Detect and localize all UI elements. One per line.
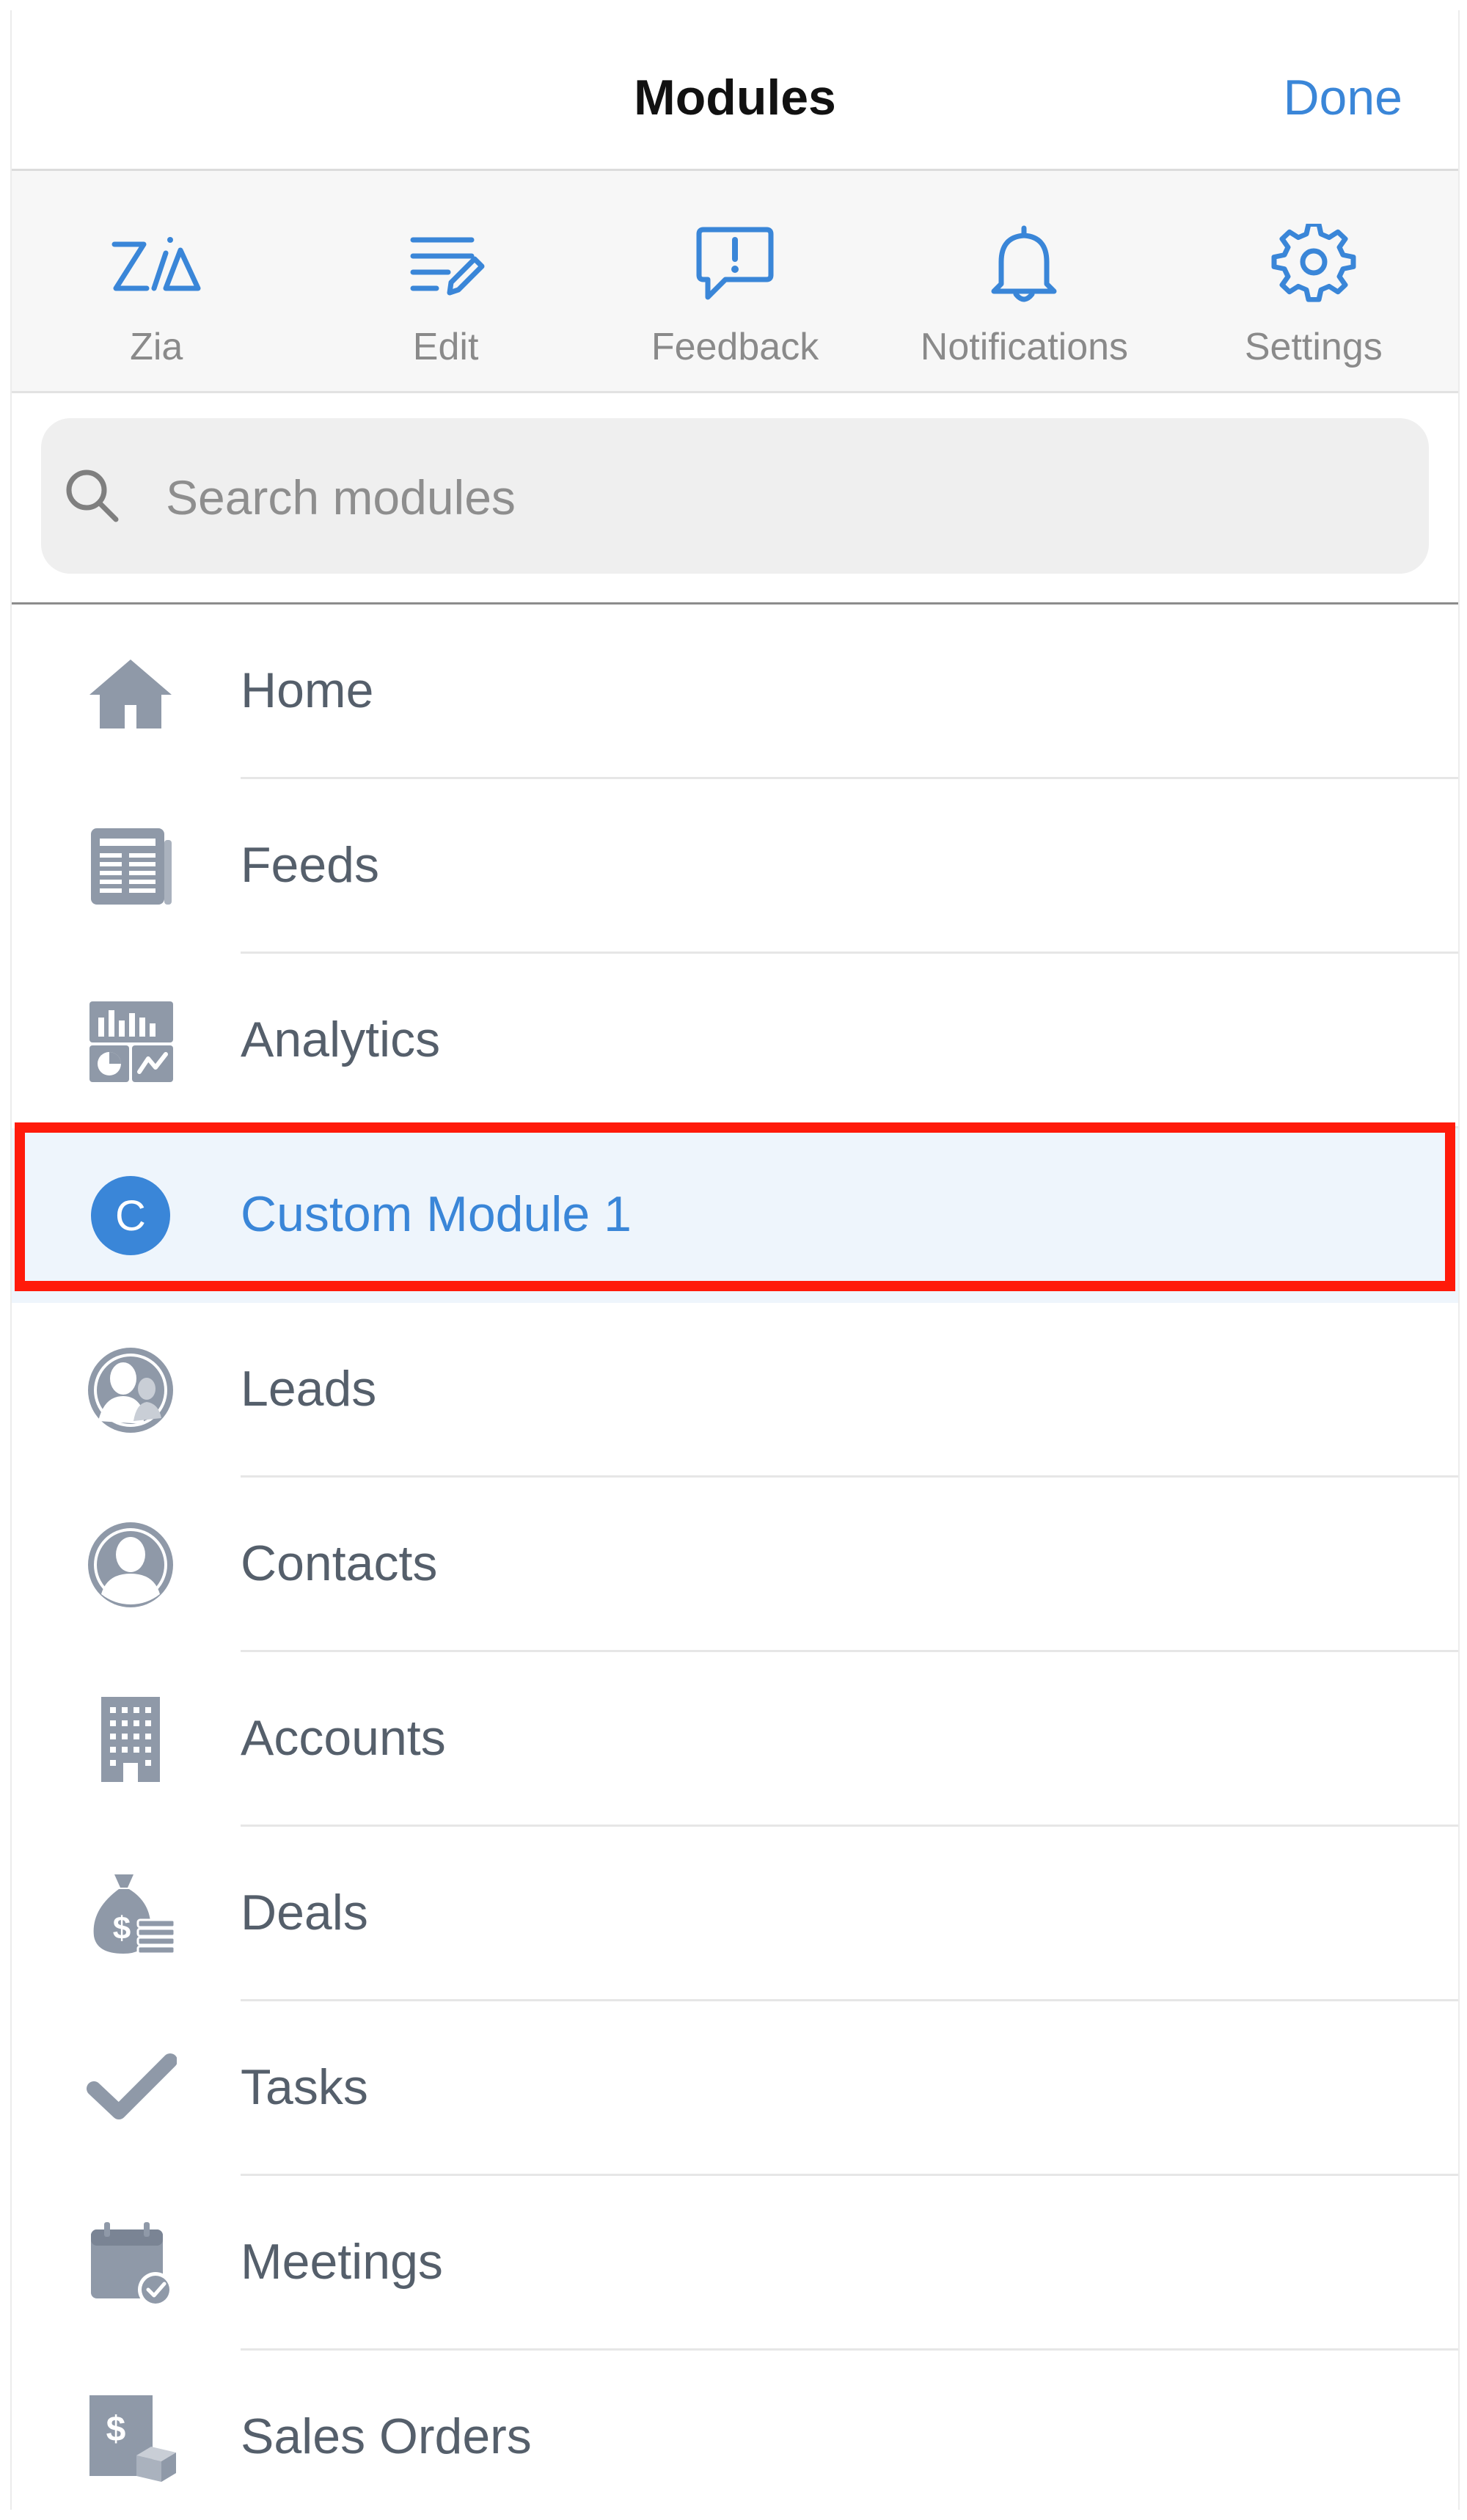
module-label: Accounts [241,1710,446,1766]
accounts-icon [101,1697,160,1782]
module-label: Contacts [241,1535,438,1591]
home-icon [89,660,172,728]
gear-icon [1271,224,1356,302]
feedback-icon [696,227,774,300]
feeds-icon [91,828,172,905]
search-icon [66,470,119,522]
page-title: Modules [634,70,836,125]
zia-button[interactable]: Zia [12,171,301,391]
module-label: Custom Module 1 [241,1186,632,1242]
module-label: Feeds [241,837,379,893]
search-modules-field[interactable]: Search modules [41,418,1429,574]
contacts-icon [88,1522,173,1607]
module-item-contacts[interactable]: Contacts [12,1478,1458,1652]
module-label: Sales Orders [241,2408,532,2464]
quick-actions-toolbar: Zia Edit Feedback Notifications Settings [12,171,1458,393]
modules-screen: Modules Done Zia Edit Feedback Notificat… [10,10,1460,2510]
toolbar-label: Feedback [651,326,819,368]
module-item-deals[interactable]: $ Deals [12,1827,1458,2001]
module-label: Deals [241,1885,368,1940]
toolbar-label: Edit [412,326,479,368]
zia-icon [111,237,201,291]
module-label: Analytics [241,1012,441,1067]
custom-module-icon: C [91,1176,170,1255]
meetings-icon [91,2222,173,2307]
sales-orders-icon: $ [89,2395,176,2482]
module-item-meetings[interactable]: Meetings [12,2176,1458,2351]
notifications-button[interactable]: Notifications [879,171,1168,391]
module-item-feeds[interactable]: Feeds [12,779,1458,954]
module-item-analytics[interactable]: Analytics [12,954,1458,1128]
module-item-tasks[interactable]: Tasks [12,2001,1458,2176]
module-label: Leads [241,1361,377,1417]
module-item-home[interactable]: Home [12,605,1458,779]
leads-icon [88,1348,173,1433]
feedback-button[interactable]: Feedback [590,171,879,391]
settings-button[interactable]: Settings [1169,171,1458,391]
toolbar-label: Zia [130,326,183,368]
bell-icon [991,225,1057,302]
module-item-sales-orders[interactable]: $ Sales Orders [12,2351,1458,2510]
module-label: Home [241,662,374,718]
custom-module-icon-letter: C [115,1192,146,1240]
navigation-bar: Modules Done [12,10,1458,171]
edit-button[interactable]: Edit [301,171,590,391]
module-item-custom-module-1[interactable]: C Custom Module 1 [12,1128,1458,1303]
deals-icon: $ [93,1874,176,1955]
svg-text:$: $ [113,1910,131,1946]
search-input[interactable]: Search modules [166,470,516,525]
module-label: Meetings [241,2234,443,2290]
toolbar-label: Settings [1244,326,1383,368]
done-button[interactable]: Done [1283,69,1402,126]
toolbar-label: Notifications [920,326,1129,368]
module-item-leads[interactable]: Leads [12,1303,1458,1478]
module-item-accounts[interactable]: Accounts [12,1652,1458,1827]
module-label: Tasks [241,2059,368,2115]
analytics-icon [89,1001,173,1082]
module-list: Home Feeds Analytics C Custom Module 1 L… [12,605,1458,2510]
svg-text:$: $ [106,2410,126,2449]
edit-icon [410,237,485,296]
tasks-icon [87,2053,177,2119]
